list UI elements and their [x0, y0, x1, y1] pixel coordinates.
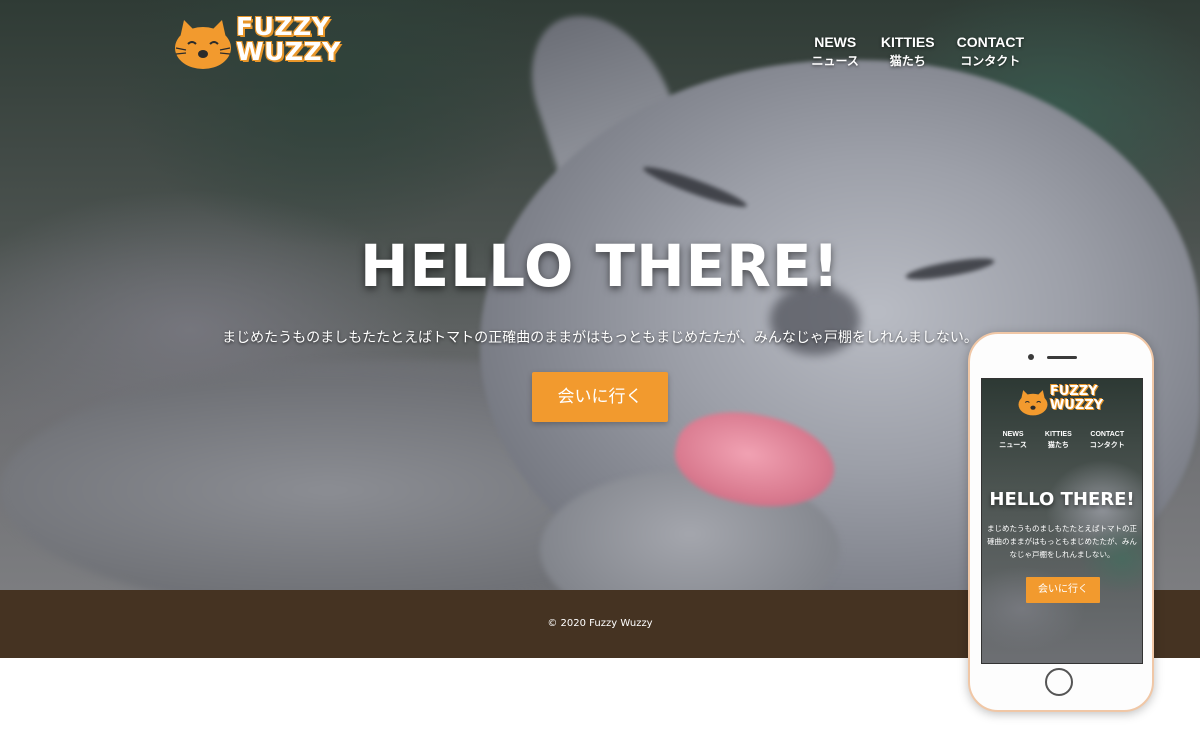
phone-logo-line-1: FUZZY [1050, 384, 1098, 399]
phone-nav-label-en: NEWS [1002, 431, 1024, 438]
phone-home-button-icon [1045, 668, 1073, 696]
nav-item-news[interactable]: NEWS ニュース [812, 34, 859, 72]
cat-face-icon [175, 20, 231, 69]
site-logo[interactable]: FUZZY WUZZY [174, 14, 344, 74]
phone-nav-label-en: KITTIES [1044, 431, 1072, 438]
phone-logo-wordmark: FUZZY WUZZY [1050, 385, 1103, 413]
phone-hero-subtitle: まじめたうものましもたたとえばトマトの正確曲のままがはもっともまじめたたが、みん… [987, 524, 1137, 559]
nav-label-jp: コンタクト [960, 54, 1021, 68]
hero-title: HELLO THERE! [360, 232, 840, 300]
nav-label-en: KITTIES [880, 34, 935, 50]
phone-hero-title: HELLO THERE! [989, 489, 1135, 510]
nav-label-en: CONTACT [956, 34, 1024, 50]
phone-nav-label-jp: 猫たち [1047, 442, 1069, 449]
nav-label-jp: ニュース [811, 54, 859, 68]
nav-item-kitties[interactable]: KITTIES 猫たち [881, 34, 935, 72]
logo-wordmark: FUZZY WUZZY [236, 14, 341, 64]
nav-label-jp: 猫たち [889, 54, 926, 68]
phone-nav-item-kitties: KITTIES 猫たち [1045, 429, 1072, 451]
logo-line-2: WUZZY [236, 37, 341, 66]
main-nav: NEWS ニュース KITTIES 猫たち CONTACT コンタクト [812, 34, 1024, 72]
logo-line-1: FUZZY [236, 12, 331, 41]
phone-nav-item-contact: CONTACT コンタクト [1090, 429, 1125, 451]
visit-button[interactable]: 会いに行く [532, 372, 668, 422]
phone-nav: NEWS ニュース KITTIES 猫たち CONTACT コンタクト [982, 429, 1142, 451]
phone-nav-label-en: CONTACT [1090, 431, 1125, 438]
phone-nav-item-news: NEWS ニュース [999, 429, 1027, 451]
phone-site-logo: FUZZY WUZZY [1018, 385, 1118, 417]
nav-item-contact[interactable]: CONTACT コンタクト [957, 34, 1024, 72]
cat-face-icon [1018, 390, 1048, 416]
nav-label-en: NEWS [814, 34, 857, 50]
phone-screen: FUZZY WUZZY NEWS ニュース KITTIES 猫たち CONTAC… [981, 378, 1143, 664]
phone-nav-label-jp: コンタクト [1089, 442, 1125, 449]
phone-visit-button: 会いに行く [1026, 577, 1100, 603]
phone-camera-icon [1028, 354, 1034, 360]
phone-mockup: FUZZY WUZZY NEWS ニュース KITTIES 猫たち CONTAC… [968, 332, 1154, 712]
phone-logo-line-2: WUZZY [1050, 398, 1104, 413]
phone-speaker-icon [1047, 356, 1077, 359]
phone-nav-label-jp: ニュース [999, 442, 1027, 449]
